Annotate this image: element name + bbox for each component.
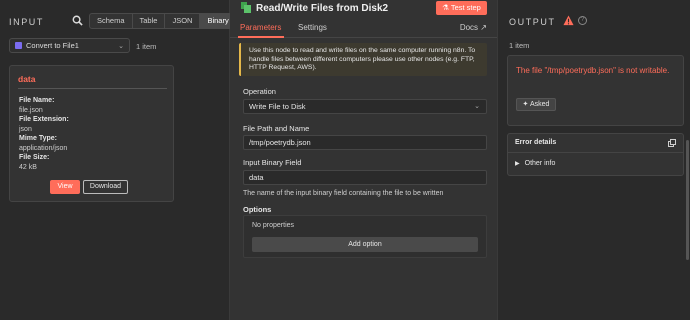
sparkle-icon: ✦: [522, 101, 530, 108]
binary-field-hint: The name of the input binary field conta…: [243, 190, 444, 197]
chevron-right-icon: ▶: [515, 161, 520, 167]
asked-label: Asked: [529, 101, 550, 108]
output-item-count: 1 item: [509, 41, 530, 50]
file-path-input[interactable]: /tmp/poetrydb.json: [243, 135, 487, 150]
binary-card-fields: File Name: file.json File Extension: jso…: [19, 96, 69, 172]
file-name-value: file.json: [19, 106, 43, 114]
binary-field-input[interactable]: data: [243, 170, 487, 185]
no-properties-text: No properties: [252, 222, 295, 229]
file-path-label: File Path and Name: [243, 124, 310, 133]
binary-data-card: data File Name: file.json File Extension…: [9, 65, 174, 202]
input-view-tabs: Schema Table JSON Binary: [89, 13, 237, 29]
input-item-count: 1 item: [136, 42, 157, 51]
tab-parameters[interactable]: Parameters: [240, 23, 281, 32]
options-label: Options: [243, 205, 272, 214]
mime-type-value: application/json: [19, 144, 68, 152]
error-details-divider: [508, 152, 683, 153]
test-step-label: Test step: [450, 3, 481, 12]
file-extension-label: File Extension:: [19, 116, 69, 123]
input-panel: INPUT Schema Table JSON Binary Convert t…: [0, 0, 237, 320]
options-box: No properties Add option: [243, 215, 487, 258]
node-title[interactable]: Read/Write Files from Disk2: [256, 3, 388, 14]
search-icon[interactable]: [72, 15, 83, 26]
tab-settings[interactable]: Settings: [298, 23, 327, 32]
chevron-down-icon: ⌄: [118, 42, 124, 50]
input-panel-title: INPUT: [9, 17, 44, 27]
tab-json[interactable]: JSON: [165, 14, 201, 28]
active-tab-indicator: [238, 36, 284, 38]
external-link-icon: ↗: [480, 23, 487, 32]
other-info-toggle[interactable]: ▶ Other info: [515, 160, 555, 167]
chevron-down-icon: ⌄: [474, 103, 480, 110]
binary-card-divider: [18, 88, 167, 89]
flask-icon: ⚗: [442, 3, 451, 12]
file-extension-value: json: [19, 125, 32, 133]
node-tabs: Parameters Settings Docs ↗: [230, 20, 497, 38]
error-details-title: Error details: [515, 139, 557, 146]
file-size-label: File Size:: [19, 154, 50, 161]
file-name-label: File Name:: [19, 97, 55, 104]
node-header: Read/Write Files from Disk2 ⚗ Test step: [230, 0, 497, 20]
input-node-select-value: Convert to File1: [26, 41, 79, 50]
mime-type-label: Mime Type:: [19, 135, 57, 142]
help-icon[interactable]: ?: [578, 16, 587, 25]
tab-table[interactable]: Table: [133, 14, 166, 28]
file-node-icon: [241, 2, 251, 13]
error-card: The file "/tmp/poetrydb.json" is not wri…: [507, 55, 684, 126]
view-button[interactable]: View: [50, 180, 80, 194]
test-step-button[interactable]: ⚗ Test step: [436, 1, 487, 15]
error-details-card: Error details ▶ Other info: [507, 133, 684, 176]
input-node-select[interactable]: Convert to File1 ⌄: [9, 38, 130, 53]
output-panel: OUTPUT ? 1 item The file "/tmp/poetrydb.…: [497, 0, 690, 320]
scrollbar[interactable]: [686, 140, 689, 260]
binary-card-actions: View Download: [50, 180, 128, 194]
add-option-button[interactable]: Add option: [252, 237, 478, 252]
node-parameters-panel: Read/Write Files from Disk2 ⚗ Test step …: [230, 0, 497, 320]
download-button[interactable]: Download: [83, 180, 128, 194]
docs-link[interactable]: Docs ↗: [460, 23, 487, 32]
copy-icon[interactable]: [668, 139, 676, 147]
docs-label: Docs: [459, 23, 479, 32]
error-message: The file "/tmp/poetrydb.json" is not wri…: [516, 66, 670, 75]
operation-select[interactable]: Write File to Disk ⌄: [243, 99, 487, 114]
asked-button[interactable]: ✦ Asked: [516, 98, 556, 111]
convert-to-file-node-icon: [15, 42, 22, 49]
tab-schema[interactable]: Schema: [90, 14, 133, 28]
warning-icon: [563, 15, 574, 26]
file-size-value: 42 kB: [19, 163, 37, 171]
binary-card-title: data: [18, 74, 36, 84]
operation-label: Operation: [243, 87, 276, 96]
node-notice: Use this node to read and write files on…: [239, 43, 487, 76]
operation-value: Write File to Disk: [249, 102, 306, 111]
output-panel-title: OUTPUT: [509, 17, 556, 27]
other-info-label: Other info: [524, 160, 556, 167]
binary-field-label: Input Binary Field: [243, 158, 302, 167]
